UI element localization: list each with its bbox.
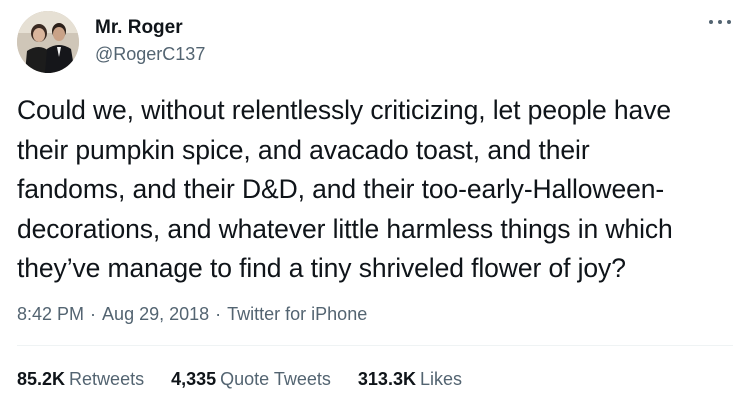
tweet-text-line: their pumpkin spice, and avacado toast, … bbox=[17, 134, 590, 165]
retweets-label: Retweets bbox=[69, 369, 145, 389]
more-horizontal-icon bbox=[709, 20, 713, 24]
tweet-text-line: Could we, without relentlessly criticizi… bbox=[17, 95, 671, 125]
quote-tweets-label: Quote Tweets bbox=[220, 369, 331, 389]
tweet-header: Mr. Roger @RogerC137 bbox=[17, 11, 733, 73]
display-name[interactable]: Mr. Roger bbox=[95, 16, 205, 40]
quote-tweets-count: 4,335 bbox=[171, 369, 217, 389]
tweet-card: Mr. Roger @RogerC137 Could we, without r… bbox=[0, 0, 750, 404]
tweet-text-line: decorations, and whatever little harmles… bbox=[17, 213, 673, 244]
avatar-photo bbox=[17, 11, 79, 73]
tweet-source[interactable]: Twitter for iPhone bbox=[227, 304, 367, 324]
retweets-stat[interactable]: 85.2K Retweets bbox=[17, 367, 144, 391]
user-handle[interactable]: @RogerC137 bbox=[95, 42, 205, 66]
more-options-button[interactable] bbox=[707, 13, 733, 31]
meta-separator: · bbox=[90, 304, 97, 324]
author-names: Mr. Roger @RogerC137 bbox=[95, 16, 205, 66]
avatar[interactable] bbox=[17, 11, 79, 73]
tweet-meta: 8:42 PM · Aug 29, 2018 · Twitter for iPhone bbox=[17, 302, 367, 326]
likes-label: Likes bbox=[419, 369, 462, 389]
likes-count: 313.3K bbox=[357, 369, 416, 389]
tweet-text-line: fandoms, and their D&D, and their too-ea… bbox=[17, 174, 665, 204]
divider bbox=[17, 345, 733, 346]
tweet-text: Could we, without relentlessly criticizi… bbox=[17, 91, 737, 289]
likes-stat[interactable]: 313.3K Likes bbox=[358, 367, 462, 391]
tweet-date[interactable]: Aug 29, 2018 bbox=[102, 304, 209, 324]
quote-tweets-stat[interactable]: 4,335 Quote Tweets bbox=[171, 367, 331, 391]
tweet-time[interactable]: 8:42 PM bbox=[17, 304, 84, 324]
retweets-count: 85.2K bbox=[17, 369, 66, 389]
more-horizontal-icon-dot bbox=[718, 20, 722, 24]
tweet-text-line: they’ve manage to find a tiny shriveled … bbox=[17, 253, 626, 283]
meta-separator: · bbox=[215, 304, 222, 324]
more-horizontal-icon-dot bbox=[727, 20, 731, 24]
tweet-stats: 85.2K Retweets 4,335 Quote Tweets 313.3K Li… bbox=[17, 367, 484, 391]
